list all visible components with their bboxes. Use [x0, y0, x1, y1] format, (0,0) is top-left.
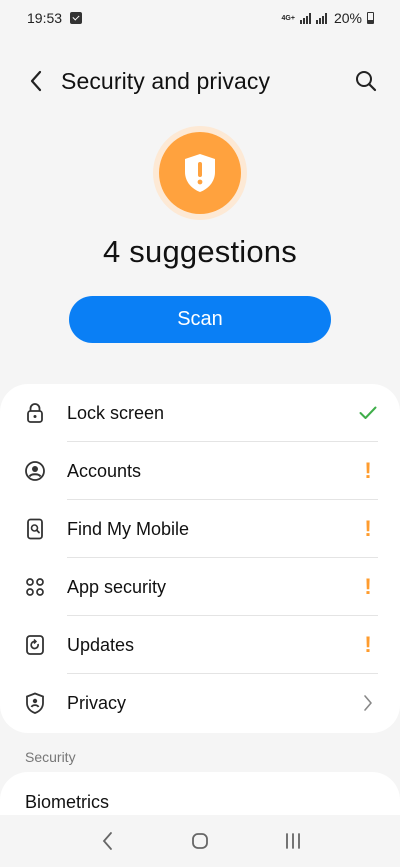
item-label: Updates: [67, 634, 135, 655]
status-indicator: [153, 126, 247, 220]
app-security-icon: [24, 576, 46, 598]
status-bar: 19:53 4G+ 20%: [0, 0, 400, 36]
list-item-updates[interactable]: Updates !: [0, 616, 400, 674]
scan-button[interactable]: Scan: [69, 296, 331, 343]
battery-icon: [367, 12, 374, 24]
list-item-find-my-mobile[interactable]: Find My Mobile !: [0, 500, 400, 558]
update-icon: [24, 634, 46, 656]
section-header-security: Security: [25, 749, 76, 765]
nav-home-button[interactable]: [180, 821, 220, 861]
app-header: Security and privacy: [0, 56, 400, 106]
item-label: App security: [67, 576, 167, 597]
item-label: Biometrics: [25, 792, 110, 812]
search-icon: [356, 71, 377, 92]
list-item-privacy[interactable]: Privacy: [0, 674, 400, 732]
nav-back-icon: [102, 832, 112, 850]
item-label: Privacy: [67, 692, 127, 713]
nav-recents-icon: [286, 833, 301, 849]
warning-icon: !: [364, 516, 372, 541]
back-button[interactable]: [22, 67, 50, 95]
item-label: Lock screen: [67, 402, 165, 423]
list-item-lock-screen[interactable]: Lock screen: [0, 384, 400, 442]
find-mobile-icon: [24, 518, 46, 540]
item-label: Accounts: [67, 460, 142, 481]
shield-warning-icon: [185, 154, 215, 192]
nav-recents-button[interactable]: [273, 821, 313, 861]
security-items-list: Lock screen Accounts ! Find My Mobile !: [0, 384, 400, 733]
suggestions-count: 4 suggestions: [103, 234, 297, 269]
chevron-left-icon: [30, 70, 42, 92]
signal-icon-sim2: [315, 12, 327, 24]
warning-icon: !: [364, 458, 372, 483]
nav-back-button[interactable]: [87, 821, 127, 861]
page-title: Security and privacy: [61, 67, 271, 94]
status-indicators: 4G+ 20%: [282, 10, 374, 26]
status-time: 19:53: [27, 10, 63, 26]
system-navigation-bar: [0, 815, 400, 867]
account-icon: [24, 460, 46, 482]
battery-percent: 20%: [333, 10, 362, 26]
privacy-icon: [24, 692, 46, 714]
nav-home-icon: [192, 833, 208, 849]
list-item-app-security[interactable]: App security !: [0, 558, 400, 616]
item-label: Find My Mobile: [67, 518, 190, 539]
warning-icon: !: [364, 574, 372, 599]
lock-icon: [24, 402, 46, 424]
search-button[interactable]: [352, 67, 380, 95]
network-type: 4G+: [281, 14, 295, 22]
warning-icon: !: [364, 632, 372, 657]
list-item-accounts[interactable]: Accounts !: [0, 442, 400, 500]
checkmark-icon: [358, 403, 378, 423]
chevron-right-icon: [358, 693, 378, 713]
notification-icon: [70, 12, 83, 24]
signal-icon: [299, 12, 311, 24]
